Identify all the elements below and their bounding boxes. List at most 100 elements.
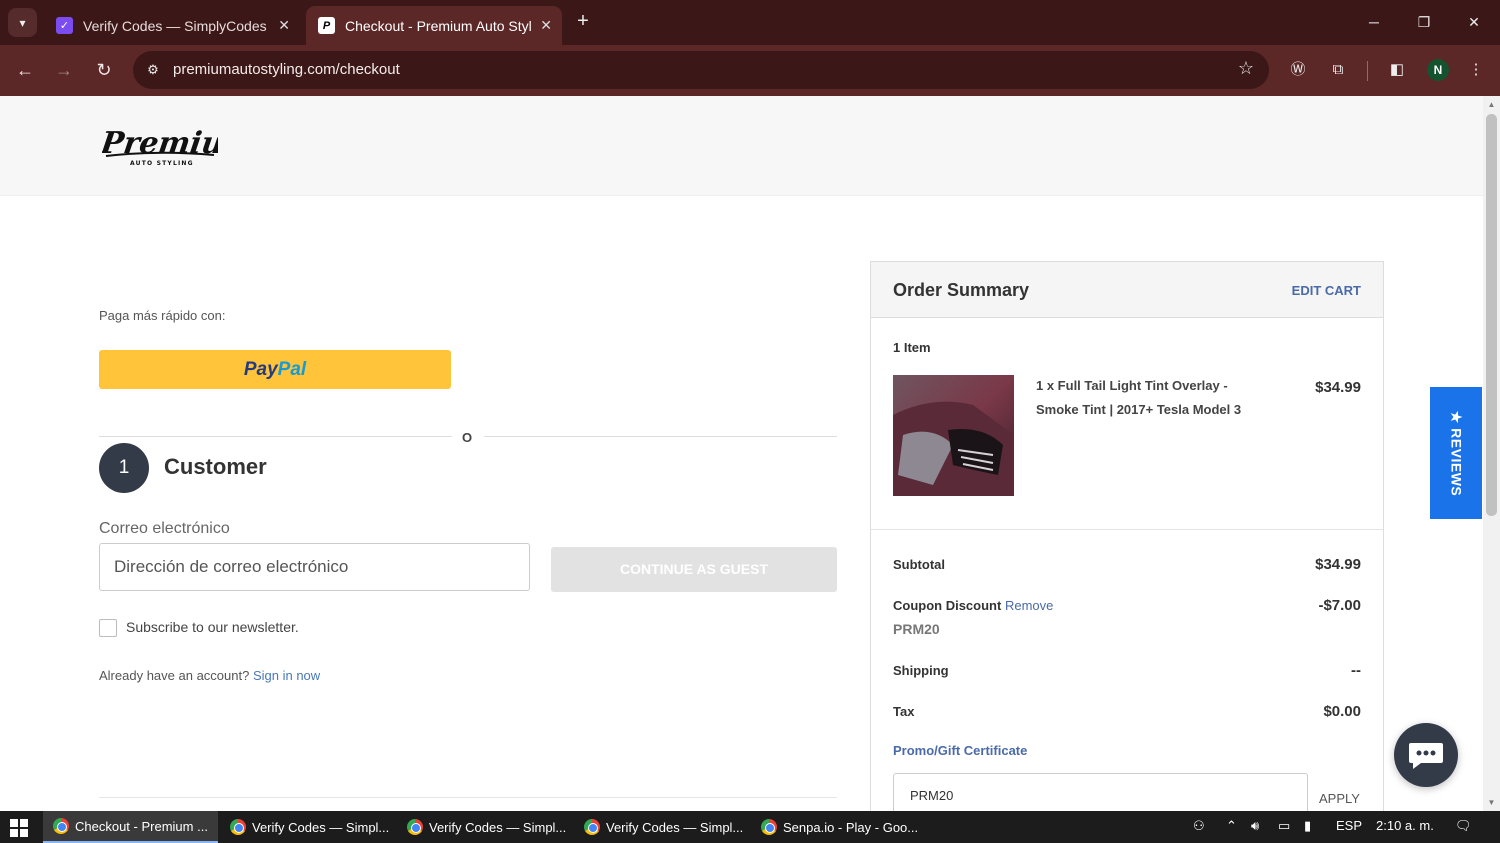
apply-promo-button[interactable]: APPLY — [1319, 791, 1360, 806]
close-window-icon[interactable]: ✕ — [1462, 10, 1486, 34]
premium-logo[interactable]: Premium AUTO STYLING — [98, 123, 258, 174]
restore-window-icon[interactable]: ❐ — [1412, 10, 1436, 34]
or-divider-right — [484, 436, 837, 437]
promo-gift-certificate-link[interactable]: Promo/Gift Certificate — [893, 743, 1027, 758]
product-name: 1 x Full Tail Light Tint Overlay - Smoke… — [1036, 378, 1242, 417]
taskbar-item-verify-codes[interactable]: Verify Codes — Simpl... — [397, 811, 572, 843]
fast-pay-label: Paga más rápido con: — [99, 308, 226, 323]
site-settings-icon[interactable]: ⚙ — [143, 60, 163, 80]
minimize-window-icon[interactable]: ─ — [1362, 10, 1386, 34]
language-indicator[interactable]: ESP — [1336, 818, 1362, 833]
profile-avatar[interactable]: N — [1427, 59, 1449, 81]
premium-logo-icon: Premium AUTO STYLING — [98, 126, 258, 167]
svg-text:AUTO STYLING: AUTO STYLING — [130, 160, 194, 167]
windows-start-icon[interactable] — [10, 819, 28, 837]
shipping-label: Shipping — [893, 663, 949, 678]
paypal-button[interactable]: Pay Pal — [99, 350, 451, 389]
tab-search-dropdown-icon[interactable]: ▾ — [8, 8, 37, 37]
tab-verify-codes[interactable]: ✓ Verify Codes — SimplyCodes ✕ — [44, 6, 300, 45]
page-scrollbar[interactable]: ▲ ▼ — [1483, 96, 1500, 811]
taskbar-item-label: Checkout - Premium ... — [75, 818, 208, 834]
coupon-discount-value: -$7.00 — [1318, 597, 1361, 614]
network-icon[interactable]: ▭ — [1278, 818, 1290, 834]
forward-icon[interactable]: → — [51, 57, 77, 83]
edit-cart-link[interactable]: EDIT CART — [1292, 283, 1361, 298]
chat-bubble-icon — [1409, 743, 1443, 769]
browser-tab-bar: ▾ ✓ Verify Codes — SimplyCodes ✕ P Check… — [0, 0, 1500, 45]
sign-in-link[interactable]: Sign in now — [253, 668, 320, 683]
reviews-label: ★ REVIEWS — [1448, 410, 1465, 496]
taskbar-item-label: Verify Codes — Simpl... — [429, 819, 567, 835]
chrome-icon — [761, 819, 777, 835]
close-tab-icon[interactable]: ✕ — [540, 17, 552, 34]
scroll-up-arrow-icon[interactable]: ▲ — [1483, 100, 1500, 109]
people-icon[interactable]: ⚇ — [1193, 818, 1205, 834]
newsletter-checkbox[interactable] — [99, 619, 117, 637]
reviews-widget-tab[interactable]: ★ REVIEWS — [1430, 387, 1482, 519]
reload-icon[interactable]: ↻ — [91, 57, 117, 83]
browser-toolbar: ← → ↻ ⚙ premiumautostyling.com/checkout … — [0, 45, 1500, 96]
taskbar-item-senpa[interactable]: Senpa.io - Play - Goo... — [751, 811, 926, 843]
svg-text:Premium: Premium — [102, 126, 218, 161]
clock[interactable]: 2:10 a. m. — [1376, 818, 1434, 833]
coupon-discount-row: Coupon Discount Remove — [893, 598, 1053, 613]
taskbar-item-checkout[interactable]: Checkout - Premium ... — [43, 811, 218, 843]
account-prompt-text: Already have an account? — [99, 668, 250, 683]
taskbar-item-label: Senpa.io - Play - Goo... — [783, 819, 919, 835]
coupon-discount-label: Coupon Discount — [893, 598, 1002, 613]
browser-menu-icon[interactable]: ⋮ — [1464, 58, 1488, 82]
email-label: Correo electrónico — [99, 520, 230, 537]
wordpress-extension-icon[interactable]: Ⓦ — [1286, 58, 1310, 82]
promo-code-field[interactable] — [893, 773, 1308, 811]
tax-value: $0.00 — [1323, 703, 1361, 720]
new-tab-icon[interactable]: + — [572, 10, 594, 32]
order-summary-header: Order Summary EDIT CART — [871, 262, 1383, 318]
side-panel-icon[interactable]: ◧ — [1385, 58, 1409, 82]
order-summary-panel: Order Summary EDIT CART 1 Item 1 x Full … — [870, 261, 1384, 811]
site-header: Premium AUTO STYLING — [0, 96, 1483, 196]
address-bar[interactable]: ⚙ premiumautostyling.com/checkout ☆ — [133, 51, 1269, 89]
tab-title: Verify Codes — SimplyCodes — [83, 17, 267, 34]
scrollbar-thumb[interactable] — [1486, 114, 1497, 516]
bookmark-star-icon[interactable]: ☆ — [1238, 58, 1254, 79]
tab-title: Checkout - Premium Auto Styling — [345, 17, 533, 34]
toolbar-divider — [1367, 61, 1368, 81]
account-prompt: Already have an account? Sign in now — [99, 668, 320, 683]
step-number-badge: 1 — [99, 443, 149, 493]
section-divider — [99, 797, 837, 798]
premium-favicon-icon: P — [318, 17, 335, 34]
remove-coupon-link[interactable]: Remove — [1005, 598, 1053, 613]
windows-taskbar: Checkout - Premium ... Verify Codes — Si… — [0, 811, 1500, 843]
scroll-down-arrow-icon[interactable]: ▼ — [1483, 798, 1500, 807]
paypal-logo-pal: Pal — [277, 358, 307, 380]
subtotal-value: $34.99 — [1315, 556, 1361, 573]
continue-as-guest-button[interactable]: CONTINUE AS GUEST — [551, 547, 837, 592]
close-tab-icon[interactable]: ✕ — [278, 17, 290, 34]
notifications-icon[interactable]: 🗨︎ — [1455, 818, 1472, 834]
battery-icon[interactable]: ▮ — [1304, 818, 1311, 834]
back-icon[interactable]: ← — [12, 57, 38, 83]
chrome-icon — [230, 819, 246, 835]
tray-chevron-up-icon[interactable]: ⌃ — [1226, 818, 1237, 834]
or-separator: O — [462, 430, 473, 445]
url-text[interactable]: premiumautostyling.com/checkout — [173, 61, 400, 78]
taskbar-item-label: Verify Codes — Simpl... — [252, 819, 390, 835]
chrome-icon — [584, 819, 600, 835]
checkout-page: Premium AUTO STYLING Paga más rápido con… — [0, 96, 1483, 811]
product-price: $34.99 — [1315, 379, 1361, 396]
chrome-icon — [407, 819, 423, 835]
email-field[interactable] — [99, 543, 530, 591]
taskbar-item-label: Verify Codes — Simpl... — [606, 819, 744, 835]
tax-label: Tax — [893, 704, 915, 719]
product-photo-icon — [893, 375, 1014, 496]
tab-checkout[interactable]: P Checkout - Premium Auto Styling ✕ — [306, 6, 562, 45]
volume-icon[interactable]: 🔊︎ — [1251, 818, 1259, 834]
chat-widget-button[interactable] — [1394, 723, 1458, 787]
taskbar-item-verify-codes[interactable]: Verify Codes — Simpl... — [574, 811, 749, 843]
simplycodes-favicon-icon: ✓ — [56, 17, 73, 34]
chrome-icon — [53, 818, 69, 834]
extensions-puzzle-icon[interactable]: ⧉ — [1326, 58, 1350, 82]
items-count: 1 Item — [893, 340, 931, 355]
newsletter-label[interactable]: Subscribe to our newsletter. — [126, 619, 299, 635]
taskbar-item-verify-codes[interactable]: Verify Codes — Simpl... — [220, 811, 395, 843]
